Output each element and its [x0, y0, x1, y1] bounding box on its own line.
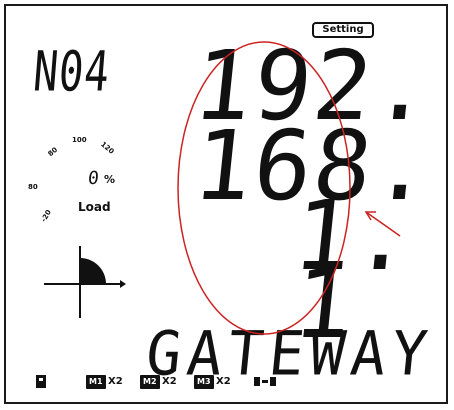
meter-chip-m3: M3: [194, 375, 214, 389]
meter-chip-m1: M1: [86, 375, 106, 389]
meter-multiplier: X2: [216, 376, 231, 387]
device-id: N04: [30, 40, 113, 105]
meter-multiplier: X2: [162, 376, 177, 387]
gauge-scale-label: 80: [28, 183, 38, 191]
meter-chip-m2: M2: [140, 375, 160, 389]
load-label: Load: [78, 200, 111, 214]
load-percent-value: 0: [86, 168, 100, 189]
parameter-label: GATEWAY: [142, 318, 437, 390]
meter-multiplier: X2: [108, 376, 123, 387]
gauge-scale-label: 100: [72, 136, 87, 144]
load-percent-unit: %: [104, 173, 116, 186]
